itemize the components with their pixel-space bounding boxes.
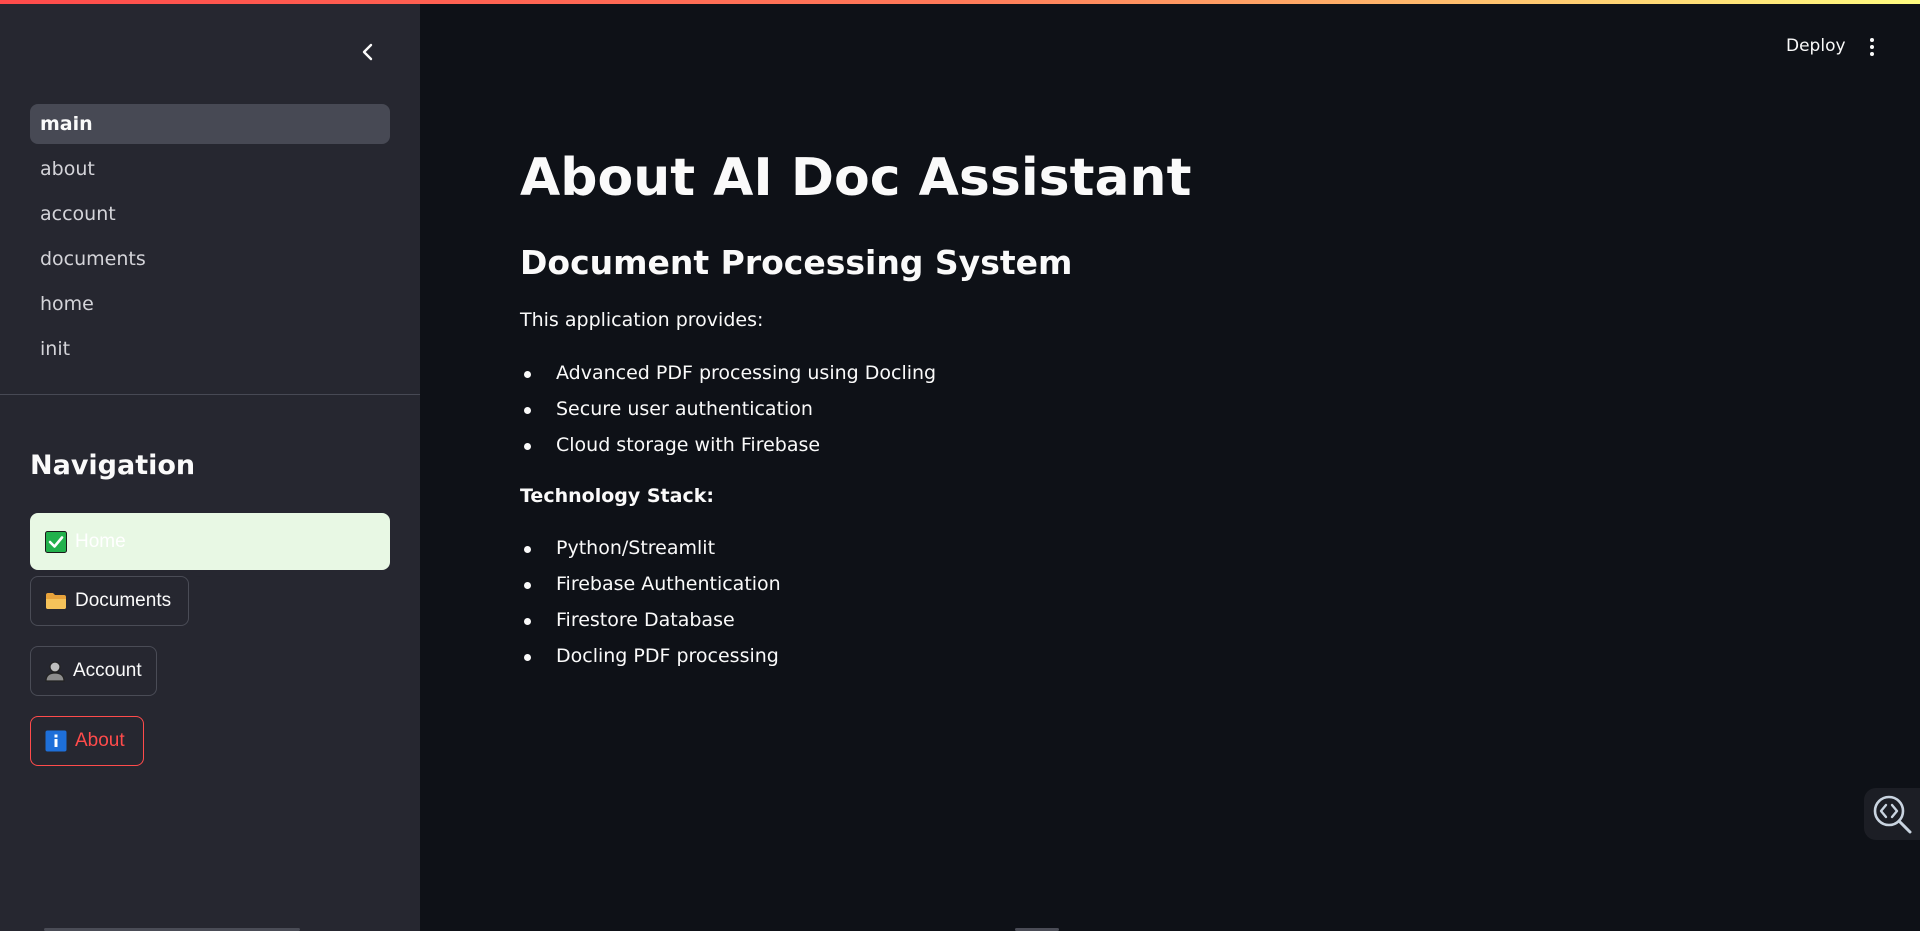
about-button-label: About	[75, 730, 125, 751]
check-mark-icon	[45, 530, 67, 553]
collapse-sidebar-button[interactable]	[352, 36, 384, 68]
navigation-title: Navigation	[30, 450, 196, 481]
list-item: Advanced PDF processing using Docling	[520, 359, 936, 395]
features-list: Advanced PDF processing using Docling Se…	[520, 359, 936, 467]
top-decoration-bar	[0, 0, 1920, 4]
deploy-button[interactable]: Deploy	[1786, 36, 1846, 56]
folder-icon	[45, 592, 67, 610]
tech-stack-list: Python/Streamlit Firebase Authentication…	[520, 534, 781, 678]
about-button[interactable]: About	[30, 716, 144, 766]
documents-button[interactable]: Documents	[30, 576, 189, 626]
tech-stack-heading: Technology Stack:	[520, 485, 714, 507]
code-search-icon	[1873, 795, 1912, 834]
list-item: Firebase Authentication	[520, 570, 781, 606]
page-link-about[interactable]: about	[30, 149, 390, 189]
list-item: Secure user authentication	[520, 395, 936, 431]
home-button-label: Home	[75, 530, 126, 552]
page-link-main[interactable]: main	[30, 104, 390, 144]
inspect-code-button[interactable]	[1864, 788, 1920, 840]
intro-text: This application provides:	[520, 309, 764, 331]
chevron-left-icon	[362, 43, 373, 61]
list-item: Docling PDF processing	[520, 642, 781, 678]
page-link-account[interactable]: account	[30, 194, 390, 234]
page-link-home[interactable]: home	[30, 284, 390, 324]
user-icon	[45, 660, 65, 682]
documents-button-label: Documents	[75, 590, 172, 611]
list-item: Firestore Database	[520, 606, 781, 642]
sidebar-divider	[0, 394, 420, 395]
pages-nav: main about account documents home init	[30, 104, 390, 374]
page-link-documents[interactable]: documents	[30, 239, 390, 279]
info-icon	[45, 730, 67, 752]
list-item: Python/Streamlit	[520, 534, 781, 570]
vertical-dots-icon[interactable]	[1862, 36, 1882, 58]
page-title: About AI Doc Assistant	[520, 148, 1192, 208]
sidebar: main about account documents home init N…	[0, 0, 420, 931]
account-button-label: Account	[73, 660, 142, 681]
account-button[interactable]: Account	[30, 646, 157, 696]
home-button[interactable]: Home	[30, 513, 390, 570]
page-subtitle: Document Processing System	[520, 243, 1073, 282]
page-link-init[interactable]: init	[30, 329, 390, 369]
list-item: Cloud storage with Firebase	[520, 431, 936, 467]
